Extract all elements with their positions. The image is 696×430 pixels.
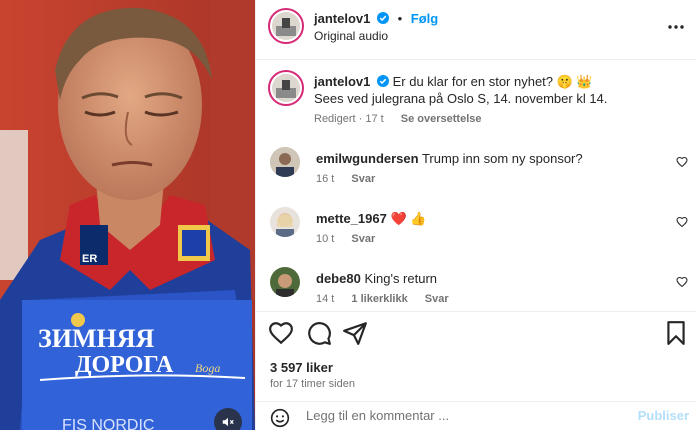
more-options-button[interactable] [665, 16, 687, 38]
like-heart-icon[interactable] [268, 320, 294, 346]
comment-item: debe80 King's return 14 t 1 likerklikk S… [270, 267, 690, 317]
comment-text: King's return [364, 271, 438, 286]
comment-username[interactable]: debe80 [316, 271, 361, 286]
comment-time: 14 t [316, 293, 335, 305]
caption-edited: Redigert · 17 t [314, 113, 384, 125]
bib-bottom: FIS NORDIC [62, 417, 154, 430]
commenter-avatar[interactable] [270, 147, 300, 177]
comment-likes[interactable]: 1 likerklikk [351, 293, 407, 305]
comment-time: 16 t [316, 173, 335, 185]
comment-text: ❤️ 👍 [390, 211, 427, 226]
avatar-image [270, 147, 300, 177]
comment-item: mette_1967 ❤️ 👍 10 t Svar [270, 207, 690, 257]
post-comment-button[interactable]: Publiser [638, 408, 689, 423]
author-avatar[interactable] [268, 8, 304, 44]
follow-button[interactable]: Følg [411, 11, 438, 26]
share-send-icon[interactable] [342, 320, 368, 346]
caption-text-line2: Sees ved julegrana på Oslo S, 14. novemb… [314, 91, 608, 106]
heart-outline-icon[interactable] [676, 156, 688, 168]
avatar-image [270, 207, 300, 237]
bib-line2: ДОРОГА [75, 352, 174, 378]
caption: jantelov1 Er du klar for en stor nyhet? … [268, 70, 690, 141]
bib-line1: ЗИМНЯЯ [38, 324, 154, 353]
translate-button[interactable]: Se oversettelse [401, 113, 482, 125]
bib-partial: ER [82, 253, 97, 265]
commenter-avatar[interactable] [270, 267, 300, 297]
post-time: for 17 timer siden [270, 378, 355, 390]
verified-badge-icon [376, 12, 389, 24]
likes-count[interactable]: 3 597 liker [270, 360, 333, 375]
audio-label[interactable]: Original audio [314, 29, 388, 43]
post-header: jantelov1 • Følg Original audio [256, 0, 696, 60]
avatar-image [270, 267, 300, 297]
avatar-image [272, 74, 300, 102]
comment-text: Trump inn som ny sponsor? [421, 151, 583, 166]
post-media[interactable]: ЗИМНЯЯ ДОРОГА Boga FIS NORDIC ER [0, 0, 255, 430]
post-actions: 3 597 liker for 17 timer siden Publiser [256, 311, 696, 430]
comment-username[interactable]: mette_1967 [316, 211, 387, 226]
bib-small: Boga [195, 361, 220, 375]
comments-section[interactable]: jantelov1 Er du klar for en stor nyhet? … [256, 61, 696, 311]
heart-outline-icon[interactable] [676, 216, 688, 228]
comment-item: emilwgundersen Trump inn som ny sponsor?… [270, 147, 690, 197]
separator-dot: • [397, 11, 403, 26]
emoji-smiley-icon[interactable] [270, 408, 290, 428]
reply-button[interactable]: Svar [425, 293, 449, 305]
heart-outline-icon[interactable] [676, 276, 688, 288]
caption-username[interactable]: jantelov1 [314, 74, 370, 89]
add-comment-bar: Publiser [256, 401, 696, 430]
mute-button[interactable] [214, 408, 242, 430]
comment-username[interactable]: emilwgundersen [316, 151, 419, 166]
author-username[interactable]: jantelov1 [314, 11, 370, 26]
reply-button[interactable]: Svar [351, 233, 375, 245]
post-panel: jantelov1 • Følg Original audio jantelov… [255, 0, 696, 430]
caption-text-line1: Er du klar for en stor nyhet? 🤫 👑 [392, 74, 593, 89]
comment-input[interactable] [306, 408, 626, 423]
caption-avatar[interactable] [268, 70, 304, 106]
speaker-muted-icon [222, 417, 234, 427]
commenter-avatar[interactable] [270, 207, 300, 237]
comment-time: 10 t [316, 233, 335, 245]
post-photo: ЗИМНЯЯ ДОРОГА Boga FIS NORDIC ER [0, 0, 255, 430]
verified-badge-icon [376, 75, 389, 87]
reply-button[interactable]: Svar [351, 173, 375, 185]
bookmark-icon[interactable] [663, 320, 689, 346]
more-horizontal-icon [668, 25, 684, 29]
avatar-image [272, 12, 300, 40]
comment-bubble-icon[interactable] [306, 320, 332, 346]
